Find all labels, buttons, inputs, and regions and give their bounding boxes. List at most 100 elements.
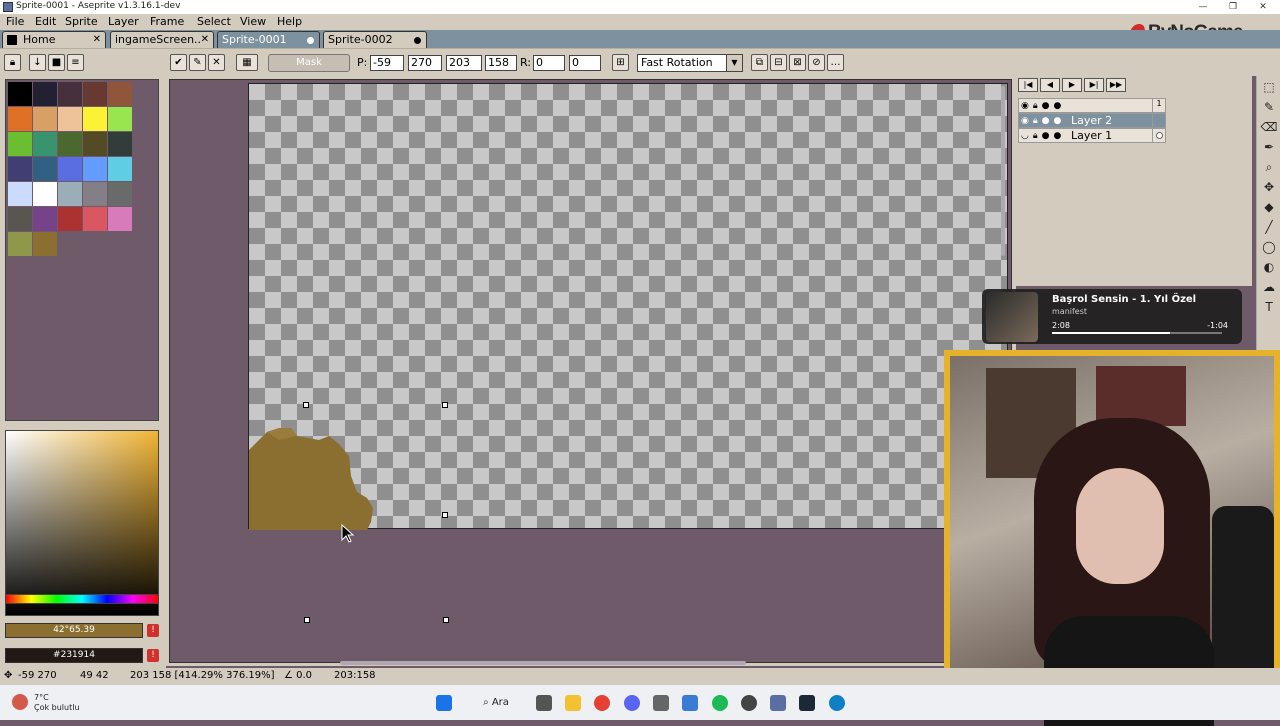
aseprite-icon[interactable] [770, 695, 786, 711]
palette-swatch[interactable] [108, 107, 132, 131]
prev-frame-icon[interactable]: ◀ [1040, 78, 1060, 92]
palette-swatch[interactable] [8, 182, 32, 206]
rotation-field-1[interactable]: 0 [533, 55, 565, 71]
horizontal-scrollbar[interactable] [340, 661, 746, 665]
transform-icon[interactable]: ▦ [236, 54, 258, 71]
menu-layer[interactable]: Layer [108, 15, 139, 28]
palette-swatch[interactable] [58, 157, 82, 181]
warning-icon[interactable]: ! [147, 649, 159, 662]
palette-swatch[interactable] [33, 207, 57, 231]
palette-swatch[interactable] [8, 207, 32, 231]
palette-swatch[interactable] [33, 132, 57, 156]
palette-swatch[interactable] [108, 182, 132, 206]
color-picker-field[interactable] [5, 430, 159, 616]
menu-file[interactable]: File [6, 15, 24, 28]
app-icon[interactable] [682, 695, 698, 711]
edit-check-icon[interactable]: ✎ [189, 54, 206, 71]
spotify-icon[interactable] [712, 695, 728, 711]
visibility-lock-icons[interactable]: ◉🔒︎●● [1021, 114, 1065, 128]
close-icon[interactable]: ✕ [201, 32, 209, 48]
transform-handle[interactable] [304, 617, 310, 623]
cancel-icon[interactable]: ✕ [208, 54, 225, 71]
vertical-scrollbar[interactable] [1001, 86, 1005, 256]
cel-layer-1[interactable] [1152, 128, 1166, 143]
hsv-color-field[interactable]: 42°65.39 [5, 623, 143, 638]
palette-swatch[interactable] [83, 182, 107, 206]
opaque-icon[interactable]: ⊟ [770, 54, 787, 71]
height-field[interactable]: 158 [485, 55, 517, 71]
edge-icon[interactable] [829, 695, 845, 711]
palette-swatch[interactable] [33, 232, 57, 256]
palette-swatch[interactable] [58, 182, 82, 206]
palette-swatch[interactable] [83, 157, 107, 181]
mask-button[interactable]: Mask [268, 54, 350, 72]
pivot-icon[interactable]: ⊞ [612, 54, 629, 71]
marquee-tool-icon[interactable]: ⬚ [1260, 78, 1278, 96]
flip-icon[interactable]: ⧉ [751, 54, 768, 71]
frame-number[interactable]: 1 [1152, 98, 1166, 113]
palette-swatch[interactable] [108, 207, 132, 231]
download-icon[interactable]: ↓ [29, 54, 46, 71]
menu-icon[interactable]: ≡ [67, 54, 84, 71]
menu-help[interactable]: Help [277, 15, 302, 28]
text-tool-icon[interactable]: T [1260, 298, 1278, 316]
next-frame-icon[interactable]: ▶| [1084, 78, 1104, 92]
palette-swatch[interactable] [58, 132, 82, 156]
last-frame-icon[interactable]: ▶▶ [1106, 78, 1126, 92]
confirm-icon[interactable]: ✔ [170, 54, 187, 71]
weather-widget[interactable]: 7°C Çok bulutlu [34, 693, 80, 713]
palette-swatch[interactable] [8, 232, 32, 256]
palette-swatch[interactable] [8, 157, 32, 181]
start-icon[interactable] [436, 695, 452, 711]
sprite-canvas[interactable] [248, 83, 1008, 530]
width-field[interactable]: 203 [446, 55, 482, 71]
chrome-icon[interactable] [594, 695, 610, 711]
line-tool-icon[interactable]: ╱ [1260, 218, 1278, 236]
tab-home[interactable]: Home ✕ [2, 31, 106, 48]
more-icon[interactable]: … [827, 54, 844, 71]
palette-swatch[interactable] [58, 82, 82, 106]
blur-tool-icon[interactable]: ☁ [1260, 278, 1278, 296]
palette-swatch[interactable] [33, 157, 57, 181]
y-field[interactable]: 270 [408, 55, 442, 71]
rotation-field-2[interactable]: 0 [569, 55, 601, 71]
transform-handle[interactable] [442, 402, 448, 408]
menu-edit[interactable]: Edit [35, 15, 56, 28]
cel-layer-2[interactable] [1152, 113, 1166, 128]
rotation-algorithm-select[interactable]: Fast Rotation ▼ [637, 54, 743, 72]
maximize-button[interactable]: ❐ [1218, 0, 1248, 14]
palette-swatch[interactable] [83, 107, 107, 131]
palette-swatch[interactable] [83, 82, 107, 106]
task-view-icon[interactable] [536, 695, 552, 711]
fill-tool-icon[interactable]: ◆ [1260, 198, 1278, 216]
menu-select[interactable]: Select [197, 15, 231, 28]
taskbar-search[interactable]: ⌕ Ara [470, 694, 522, 712]
minimize-button[interactable]: — [1188, 0, 1218, 14]
palette-swatch[interactable] [58, 207, 82, 231]
editor-viewport[interactable] [169, 79, 1012, 665]
menu-sprite[interactable]: Sprite [65, 15, 98, 28]
layer-row-layer-1[interactable]: ◡🔒︎●● Layer 1 [1018, 128, 1166, 143]
palette-swatch[interactable] [58, 107, 82, 131]
no-icon[interactable]: ⊘ [808, 54, 825, 71]
pencil-tool-icon[interactable]: ✎ [1260, 98, 1278, 116]
contour-tool-icon[interactable]: ◐ [1260, 258, 1278, 276]
play-icon[interactable]: ▶ [1062, 78, 1082, 92]
palette-swatch[interactable] [33, 182, 57, 206]
transform-handle[interactable] [442, 512, 448, 518]
zoom-tool-icon[interactable]: ⌕ [1260, 158, 1278, 176]
discord-icon[interactable] [624, 695, 640, 711]
palette-swatch[interactable] [108, 132, 132, 156]
palette-swatch[interactable] [83, 207, 107, 231]
obs-icon[interactable] [741, 695, 757, 711]
palette-swatch[interactable] [8, 132, 32, 156]
first-frame-icon[interactable]: |◀ [1018, 78, 1038, 92]
eyedropper-tool-icon[interactable]: ✒ [1260, 138, 1278, 156]
move-tool-icon[interactable]: ✥ [1260, 178, 1278, 196]
palette-swatch[interactable] [33, 107, 57, 131]
camera-icon[interactable] [653, 695, 669, 711]
tab-ingamescreen[interactable]: ingameScreen.. ✕ [110, 31, 214, 48]
transform-handle[interactable] [443, 617, 449, 623]
palette-swatch[interactable] [108, 157, 132, 181]
palette-swatch[interactable] [8, 107, 32, 131]
